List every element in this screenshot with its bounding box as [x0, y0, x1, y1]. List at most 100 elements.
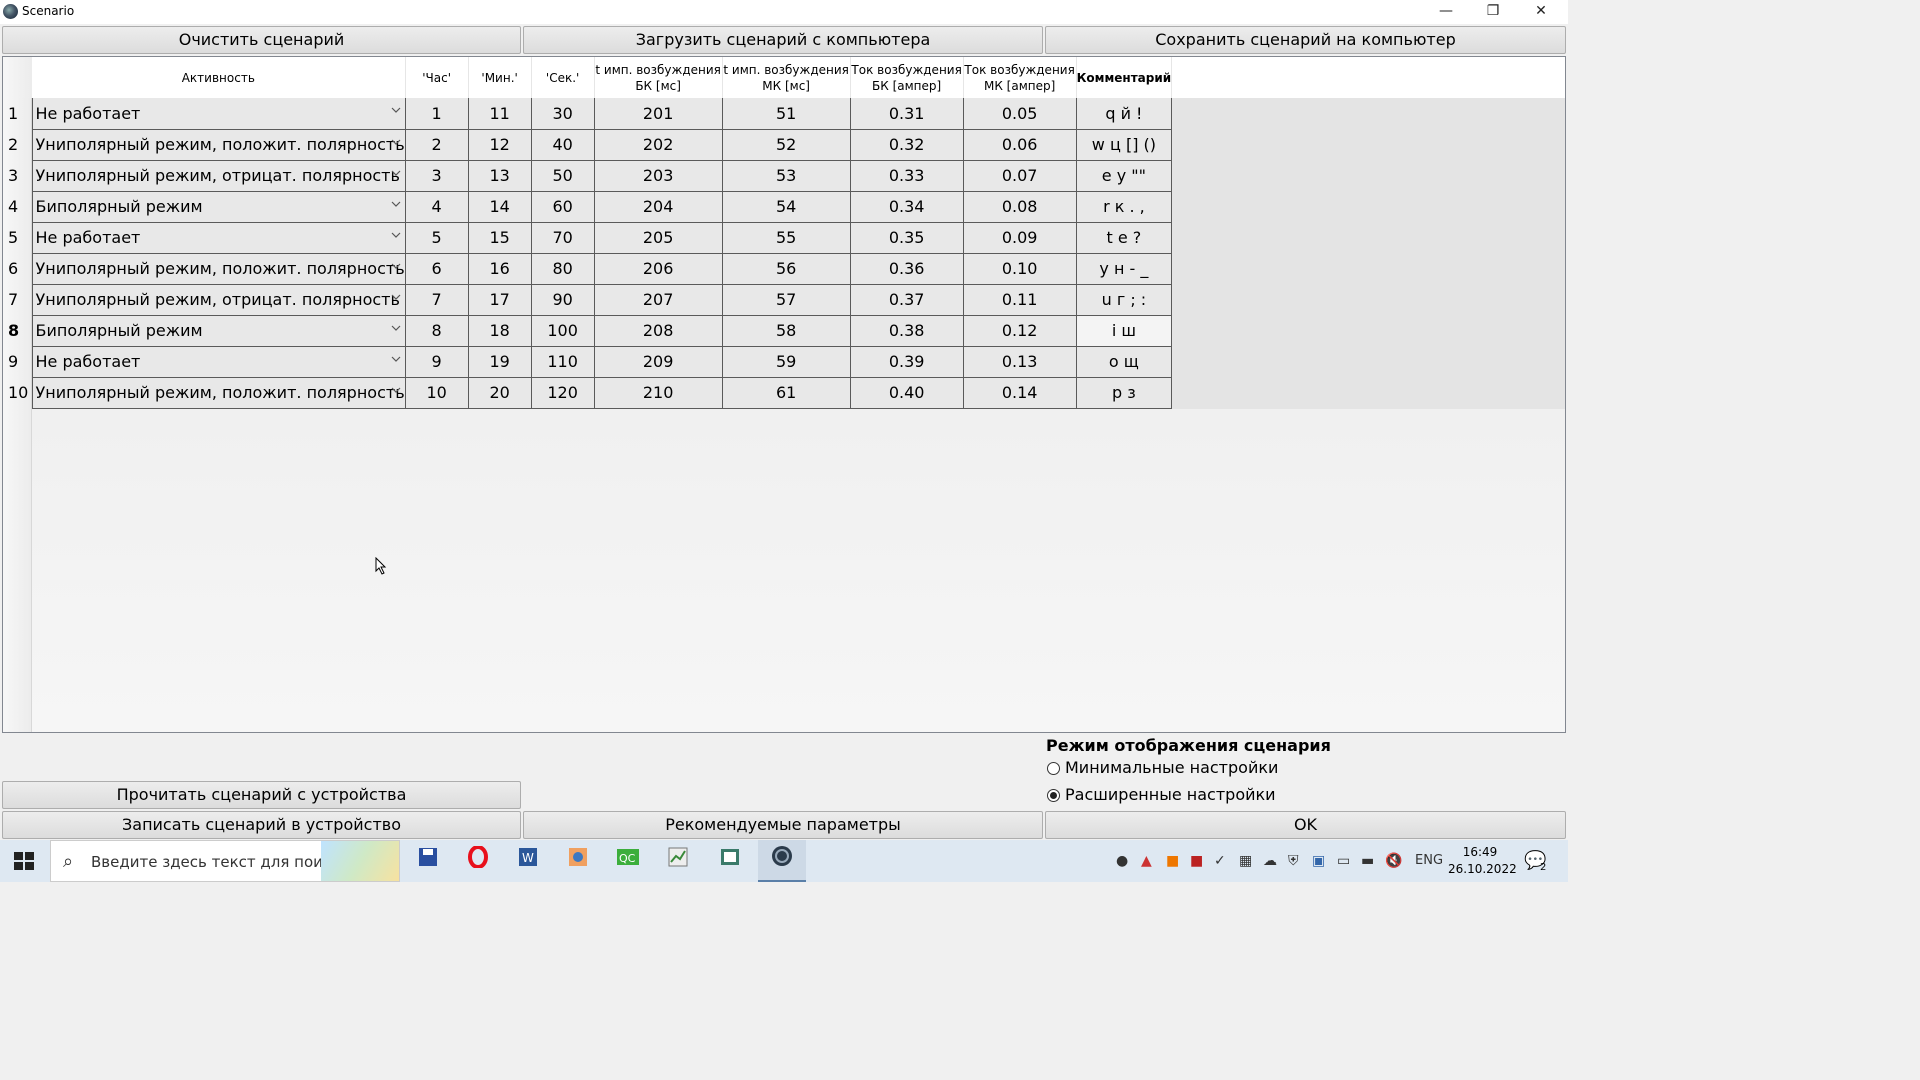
language-indicator[interactable]: ENG [1415, 853, 1443, 868]
row-number[interactable]: 4 [3, 191, 32, 222]
cell-i-mk[interactable]: 0.10 [962, 253, 1077, 285]
cell-t-mk[interactable]: 57 [721, 284, 851, 316]
cell-i-bk[interactable]: 0.34 [849, 191, 964, 223]
chevron-down-icon[interactable] [391, 260, 401, 273]
cell-min[interactable]: 17 [467, 284, 532, 316]
col-header-t-bk[interactable]: t имп. возбуждения БК [мс] [594, 57, 723, 98]
cell-i-mk[interactable]: 0.14 [962, 377, 1077, 409]
cell-comment[interactable]: p з [1075, 377, 1173, 409]
col-header-i-mk[interactable]: Ток возбуждения МК [ампер] [963, 57, 1077, 98]
shield-icon[interactable]: ⛨ [1288, 853, 1299, 869]
activity-dropdown[interactable]: Не работает [31, 98, 406, 130]
cell-min[interactable]: 13 [467, 160, 532, 192]
row-number[interactable]: 5 [3, 222, 32, 253]
cell-hour[interactable]: 8 [404, 315, 469, 347]
cell-hour[interactable]: 7 [404, 284, 469, 316]
tray-icon-5[interactable]: ✓ [1214, 853, 1226, 869]
cell-t-mk[interactable]: 51 [721, 98, 851, 130]
cell-comment[interactable]: e у "" [1075, 160, 1173, 192]
activity-dropdown[interactable]: Не работает [31, 346, 406, 378]
activity-dropdown[interactable]: Биполярный режим [31, 191, 406, 223]
qc-app-icon[interactable]: QC [604, 840, 652, 882]
row-number[interactable]: 8 [3, 315, 32, 346]
chevron-down-icon[interactable] [391, 198, 401, 211]
radio-extended-label[interactable]: Расширенные настройки [1065, 785, 1276, 804]
cell-i-mk[interactable]: 0.13 [962, 346, 1077, 378]
cell-comment[interactable]: i ш [1075, 315, 1173, 347]
cell-sec[interactable]: 120 [530, 377, 595, 409]
minimize-button[interactable]: — [1423, 0, 1469, 24]
chevron-down-icon[interactable] [391, 291, 401, 304]
row-number[interactable]: 1 [3, 98, 32, 129]
cell-hour[interactable]: 9 [404, 346, 469, 378]
col-header-comment[interactable]: Комментарий [1076, 57, 1173, 98]
row-number[interactable]: 3 [3, 160, 32, 191]
taskbar-search-placeholder[interactable]: Введите здесь текст для поиска [91, 853, 349, 871]
col-header-sec[interactable]: 'Сек.' [531, 57, 595, 98]
activity-dropdown[interactable]: Не работает [31, 222, 406, 254]
cell-i-bk[interactable]: 0.35 [849, 222, 964, 254]
row-number[interactable]: 6 [3, 253, 32, 284]
cell-t-bk[interactable]: 207 [593, 284, 723, 316]
cell-sec[interactable]: 40 [530, 129, 595, 161]
cell-i-bk[interactable]: 0.39 [849, 346, 964, 378]
cell-i-mk[interactable]: 0.08 [962, 191, 1077, 223]
radio-extended-settings[interactable]: Расширенные настройки [1046, 785, 1306, 807]
cell-comment[interactable]: q й ! [1075, 98, 1173, 130]
recommended-params-button[interactable]: Рекомендуемые параметры [523, 811, 1043, 839]
taskbar-search-box[interactable]: ⌕ Введите здесь текст для поиска [50, 840, 400, 882]
cell-min[interactable]: 12 [467, 129, 532, 161]
cell-i-mk[interactable]: 0.11 [962, 284, 1077, 316]
cell-hour[interactable]: 1 [404, 98, 469, 130]
cell-t-mk[interactable]: 52 [721, 129, 851, 161]
cell-i-mk[interactable]: 0.09 [962, 222, 1077, 254]
cell-min[interactable]: 16 [467, 253, 532, 285]
save-scenario-button[interactable]: Сохранить сценарий на компьютер [1045, 26, 1566, 54]
cell-min[interactable]: 20 [467, 377, 532, 409]
ok-button[interactable]: OK [1045, 811, 1566, 839]
cell-i-mk[interactable]: 0.06 [962, 129, 1077, 161]
cell-i-bk[interactable]: 0.37 [849, 284, 964, 316]
cell-comment[interactable]: r к . , [1075, 191, 1173, 223]
cell-t-bk[interactable]: 210 [593, 377, 723, 409]
cell-t-mk[interactable]: 61 [721, 377, 851, 409]
col-header-i-bk[interactable]: Ток возбуждения БК [ампер] [850, 57, 964, 98]
eye-app-icon[interactable] [554, 840, 602, 882]
chevron-down-icon[interactable] [391, 167, 401, 180]
tray-icon-2[interactable]: ▲ [1141, 853, 1152, 869]
window-app-icon[interactable] [706, 840, 754, 882]
volume-muted-icon[interactable]: 🔇 [1385, 853, 1402, 869]
network-icon[interactable]: ▭ [1337, 853, 1350, 869]
read-from-device-button[interactable]: Прочитать сценарий с устройства [2, 781, 521, 809]
col-header-t-mk[interactable]: t имп. возбуждения МК [мс] [722, 57, 851, 98]
cell-hour[interactable]: 10 [404, 377, 469, 409]
load-scenario-button[interactable]: Загрузить сценарий с компьютера [523, 26, 1043, 54]
cell-sec[interactable]: 110 [530, 346, 595, 378]
cell-sec[interactable]: 60 [530, 191, 595, 223]
chevron-down-icon[interactable] [391, 322, 401, 335]
tray-icon-7[interactable]: ▣ [1312, 853, 1325, 869]
cell-sec[interactable]: 30 [530, 98, 595, 130]
row-number[interactable]: 7 [3, 284, 32, 315]
cell-comment[interactable]: t е ? [1075, 222, 1173, 254]
activity-dropdown[interactable]: Униполярный режим, отрицат. полярность [31, 160, 406, 192]
cell-t-mk[interactable]: 54 [721, 191, 851, 223]
cell-i-bk[interactable]: 0.32 [849, 129, 964, 161]
activity-dropdown[interactable]: Биполярный режим [31, 315, 406, 347]
cell-sec[interactable]: 80 [530, 253, 595, 285]
chevron-down-icon[interactable] [391, 104, 401, 117]
opera-icon[interactable] [454, 840, 502, 882]
cell-i-mk[interactable]: 0.12 [962, 315, 1077, 347]
word-icon[interactable]: W [504, 840, 552, 882]
cell-t-mk[interactable]: 56 [721, 253, 851, 285]
cell-hour[interactable]: 2 [404, 129, 469, 161]
cell-hour[interactable]: 5 [404, 222, 469, 254]
tray-icon-4[interactable]: ■ [1190, 853, 1203, 869]
activity-dropdown[interactable]: Униполярный режим, положит. полярность [31, 129, 406, 161]
row-number[interactable]: 2 [3, 129, 32, 160]
cell-hour[interactable]: 3 [404, 160, 469, 192]
tray-icon-6[interactable]: ▦ [1239, 853, 1252, 869]
cell-min[interactable]: 15 [467, 222, 532, 254]
col-header-hour[interactable]: 'Час' [405, 57, 469, 98]
cell-t-mk[interactable]: 58 [721, 315, 851, 347]
